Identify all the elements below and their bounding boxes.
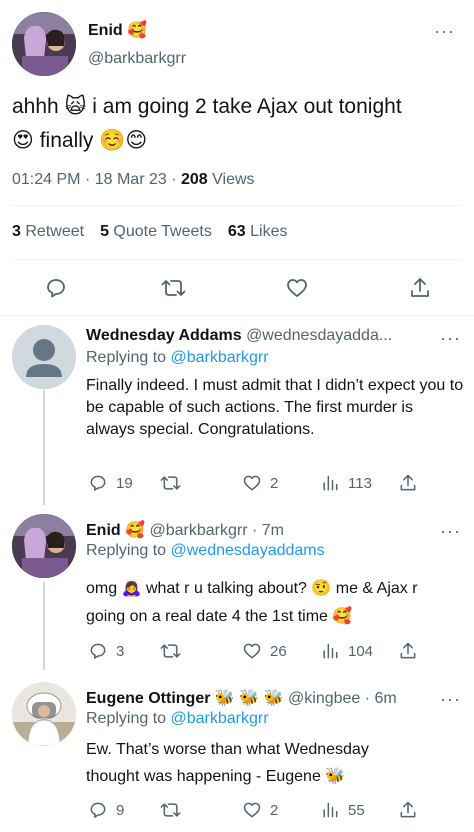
reply-author-emoji: 🐝 🐝 🐝 [214, 690, 284, 707]
avatar-enid[interactable] [12, 514, 76, 578]
divider [0, 315, 474, 316]
share-icon [400, 474, 416, 491]
view-count: 113 [348, 474, 372, 492]
more-options-icon[interactable]: ··· [434, 22, 455, 40]
reply-author-handle[interactable]: @wednesdayadda... [246, 327, 392, 344]
heart-icon [243, 475, 261, 491]
retweet-button[interactable] [160, 800, 190, 820]
reply-header: Eugene Ottinger 🐝 🐝 🐝 @kingbee · 6m [86, 688, 397, 708]
author-name[interactable]: Enid [88, 22, 123, 39]
retweet-button[interactable] [160, 473, 190, 493]
view-count: 55 [348, 801, 365, 819]
like-count: 2 [270, 474, 279, 492]
retweet-button[interactable] [161, 276, 187, 300]
reply-text: Finally indeed. I must admit that I didn… [86, 377, 464, 438]
heart-icon [287, 279, 307, 297]
avatar-default[interactable] [12, 325, 76, 389]
author-name-row: Enid 🥰 [88, 20, 147, 40]
reply-button[interactable] [44, 276, 68, 300]
author-handle[interactable]: @barkbarkgrr [88, 50, 186, 68]
avatar-eugene[interactable] [12, 682, 76, 746]
thread-line [43, 582, 45, 670]
reply-icon [90, 475, 106, 491]
replying-to: Replying to @barkbarkgrr [86, 710, 269, 727]
avatar-enid[interactable] [12, 12, 76, 76]
heart-icon [243, 802, 261, 818]
tweet-text: ahhh 🙀 i am going 2 take Ajax out tonigh… [12, 90, 402, 158]
share-button[interactable] [398, 800, 418, 820]
replying-to-link[interactable]: @barkbarkgrr [171, 710, 269, 727]
more-options-icon[interactable]: ··· [440, 522, 461, 540]
reply-button[interactable]: 3 [88, 641, 124, 661]
tweet-text-line-2: 😍 finally ☺️😊 [12, 129, 148, 152]
meta-dot-2: · [171, 171, 177, 188]
replying-to: Replying to @wednesdayaddams [86, 542, 325, 559]
divider [12, 205, 462, 206]
views-button[interactable]: 113 [320, 473, 372, 493]
reply-header: Wednesday Addams @wednesdayadda... [86, 327, 392, 345]
views-count: 208 [181, 171, 208, 188]
views-icon [323, 643, 338, 659]
retweet-icon [160, 644, 181, 658]
like-count: 2 [270, 801, 279, 819]
reply-icon [90, 802, 106, 818]
reply-author-handle[interactable]: @barkbarkgrr · 7m [150, 522, 285, 539]
reply-author-emoji: 🥰 [125, 522, 146, 539]
views-icon [323, 802, 338, 818]
replying-to-link[interactable]: @barkbarkgrr [171, 349, 269, 366]
views-button[interactable]: 104 [320, 641, 373, 661]
views-button[interactable]: 55 [320, 800, 365, 820]
reply-button[interactable]: 9 [88, 800, 124, 820]
engagement-stats: 3 Retweet 5 Quote Tweets 63 Likes [12, 223, 287, 241]
like-button[interactable] [285, 276, 309, 300]
reply-icon [47, 279, 65, 298]
retweet-icon [160, 803, 181, 817]
replying-to-link[interactable]: @wednesdayaddams [171, 542, 325, 559]
meta-dot-1: · [84, 171, 91, 188]
retweet-icon [161, 280, 186, 296]
likes-stat[interactable]: 63 Likes [228, 223, 288, 241]
reply-button[interactable]: 19 [88, 473, 133, 493]
more-options-icon[interactable]: ··· [440, 690, 461, 708]
reply-text: Ew. That’s worse than what Wednesday tho… [86, 741, 369, 785]
reply-count: 19 [116, 474, 133, 492]
tweet-date[interactable]: 18 Mar 23 [95, 171, 167, 188]
like-button[interactable]: 26 [242, 641, 287, 661]
like-button[interactable]: 2 [242, 473, 278, 493]
retweets-stat[interactable]: 3 Retweet [12, 223, 84, 241]
tweet-text-line-1: ahhh 🙀 i am going 2 take Ajax out tonigh… [12, 95, 402, 118]
reply-icon [90, 643, 106, 659]
share-button[interactable] [398, 473, 418, 493]
share-icon [400, 801, 416, 818]
like-button[interactable]: 2 [242, 800, 278, 820]
quote-tweets-stat[interactable]: 5 Quote Tweets [100, 223, 212, 241]
more-options-icon[interactable]: ··· [440, 329, 461, 347]
retweet-button[interactable] [160, 641, 190, 661]
reply-header: Enid 🥰 @barkbarkgrr · 7m [86, 520, 284, 540]
tweet-meta: 01:24 PM · 18 Mar 23 · 208 Views [12, 171, 255, 189]
views-label: Views [212, 171, 255, 188]
reply-count: 3 [116, 642, 125, 660]
share-button[interactable] [408, 276, 432, 300]
reply-author-name[interactable]: Eugene Ottinger [86, 690, 210, 707]
author-emoji: 🥰 [127, 22, 148, 39]
thread-line [43, 390, 45, 505]
tweet-time[interactable]: 01:24 PM [12, 171, 80, 188]
replying-to: Replying to @barkbarkgrr [86, 349, 269, 366]
share-button[interactable] [398, 641, 418, 661]
views-icon [323, 475, 338, 491]
retweet-icon [160, 476, 181, 490]
reply-author-name[interactable]: Enid [86, 522, 121, 539]
view-count: 104 [348, 642, 374, 660]
share-icon [411, 278, 429, 297]
heart-icon [243, 643, 261, 659]
reply-author-handle[interactable]: @kingbee · 6m [288, 690, 397, 707]
reply-text: omg 🙇‍♀️ what r u talking about? 🤨 me & … [86, 580, 418, 625]
reply-count: 9 [116, 801, 125, 819]
reply-author-name[interactable]: Wednesday Addams [86, 327, 242, 344]
divider [12, 259, 462, 260]
like-count: 26 [270, 642, 287, 660]
share-icon [400, 642, 416, 659]
